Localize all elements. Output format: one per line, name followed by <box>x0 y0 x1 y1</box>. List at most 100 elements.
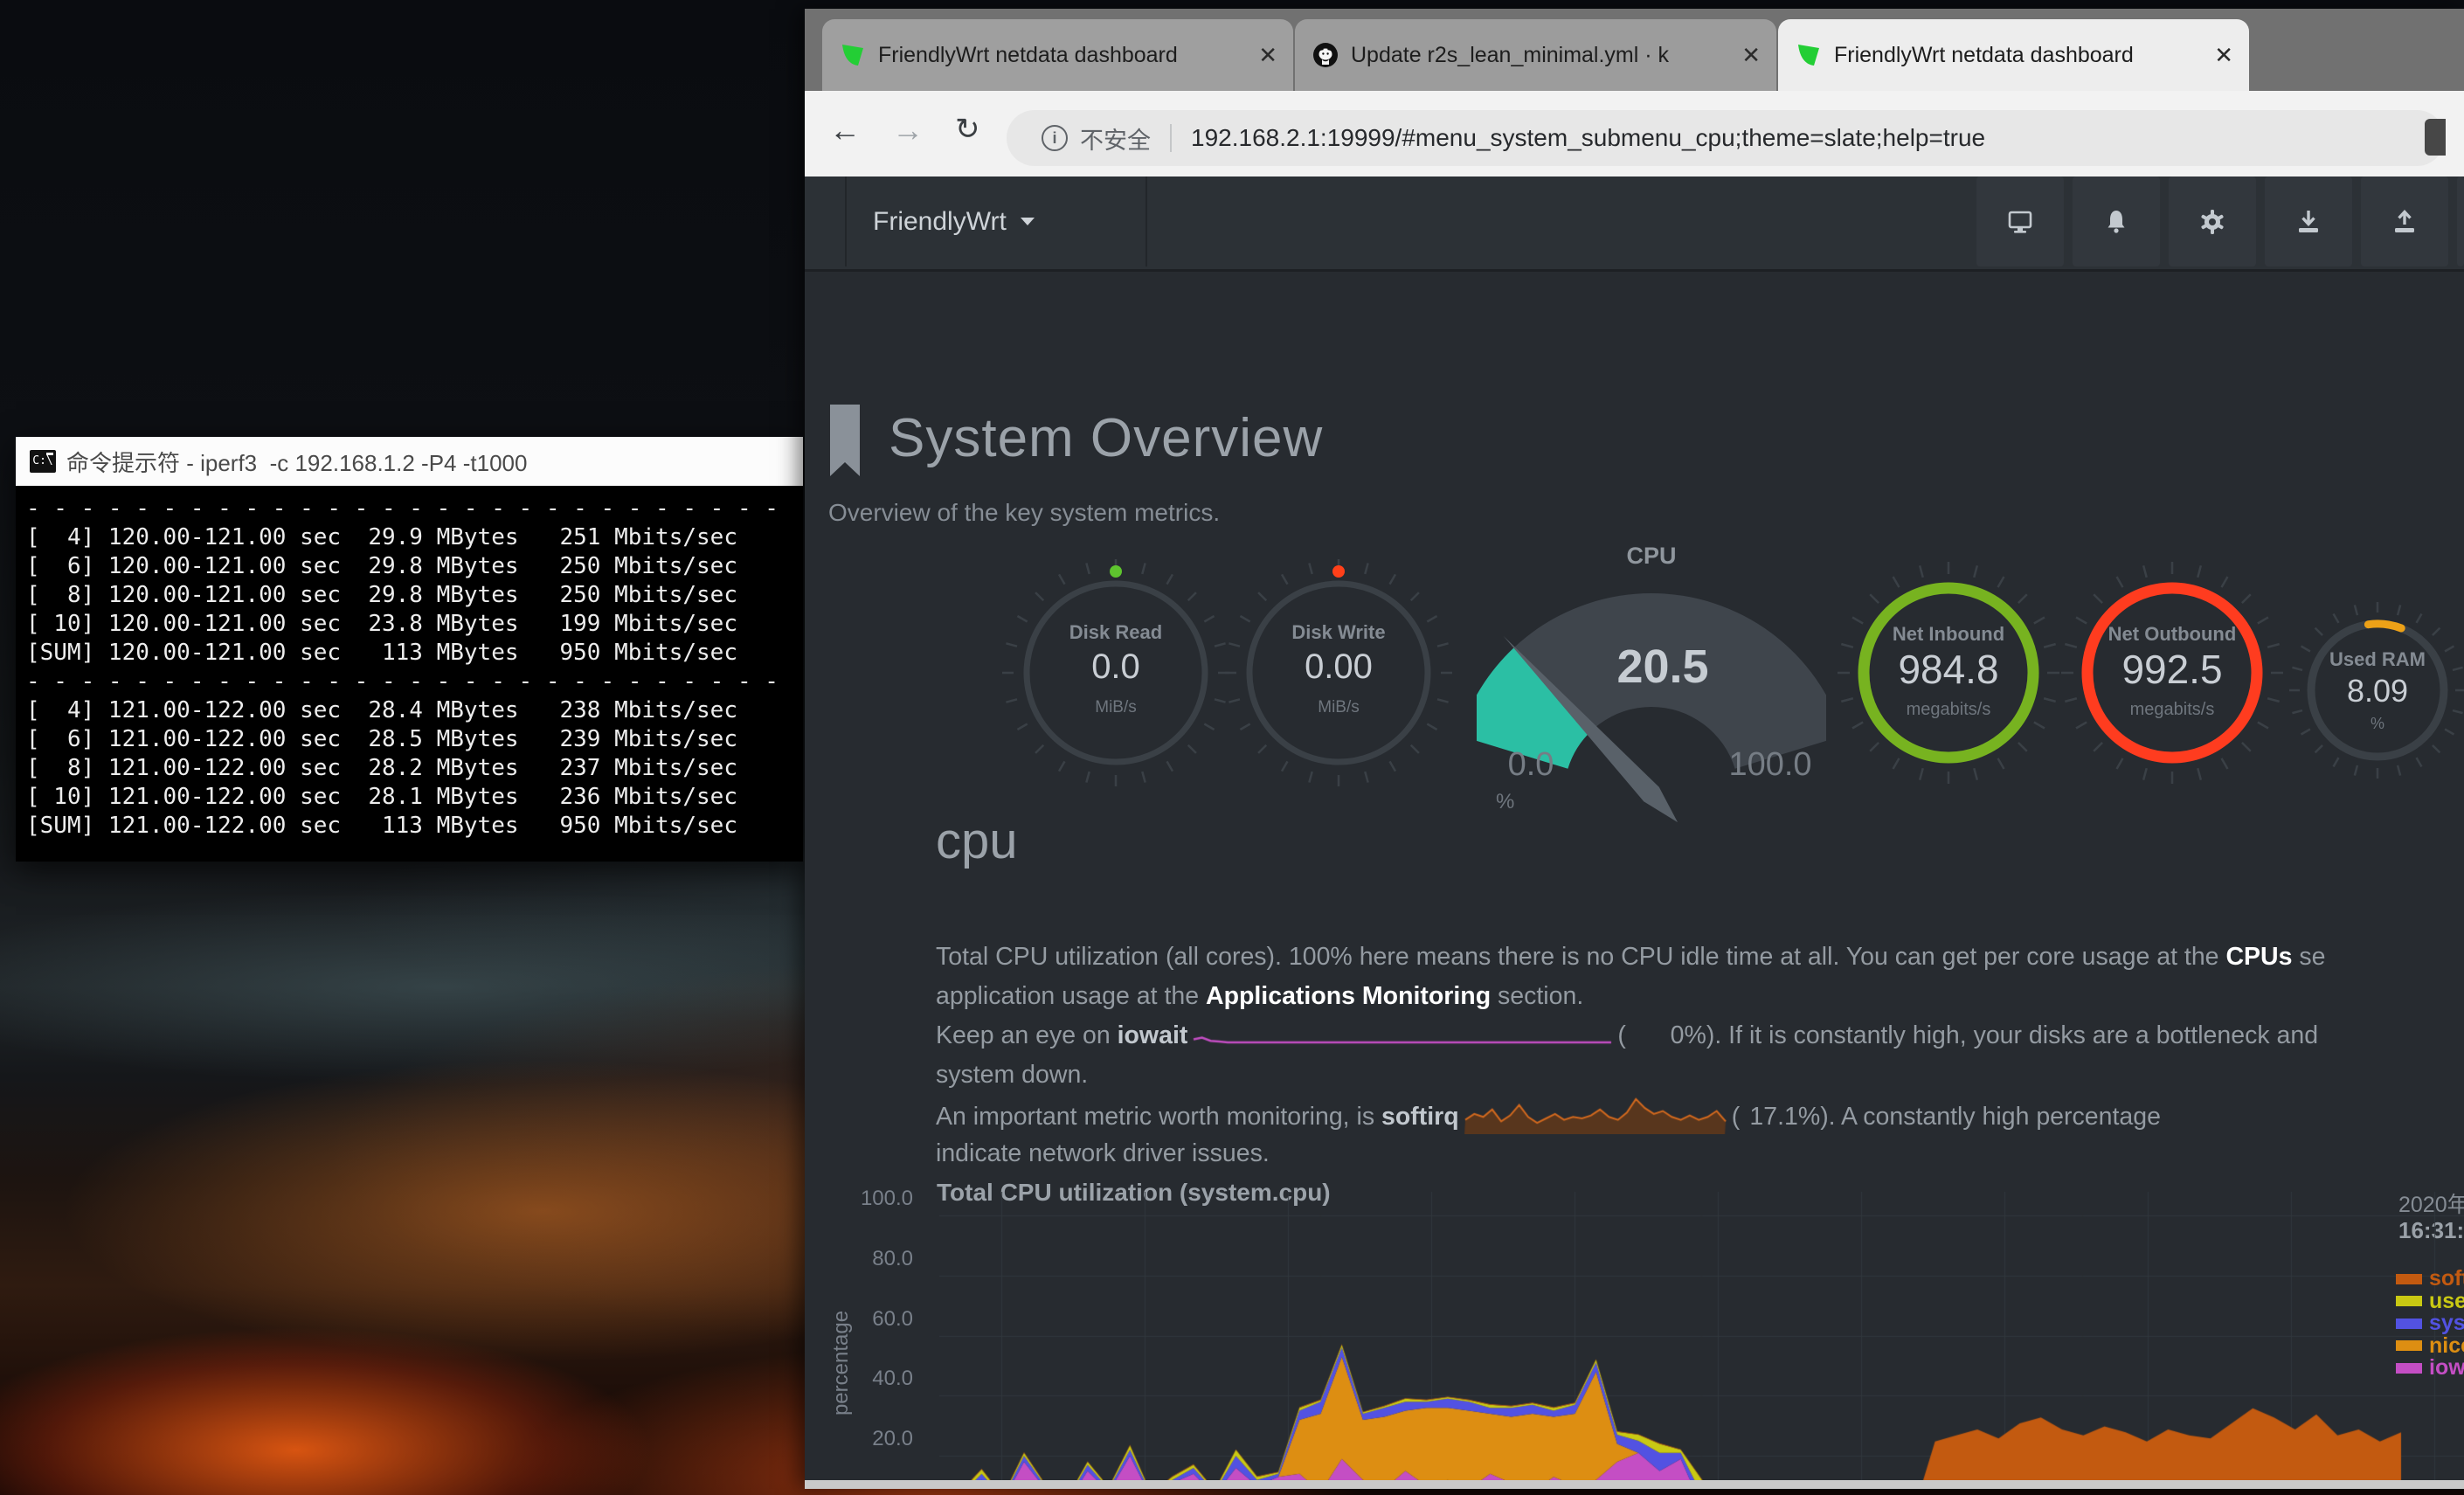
gauge-unit: % <box>2281 715 2464 733</box>
chevron-down-icon <box>1021 218 1035 225</box>
export-button[interactable] <box>2361 176 2448 266</box>
cpu-gauge: 20.5 0.0 100.0 % <box>1477 567 1826 829</box>
text: section. <box>1491 982 1583 1010</box>
legend-item-iowait[interactable]: iowait <box>2396 1357 2464 1380</box>
softirq-value: 17.1% <box>1740 1097 1820 1134</box>
gauge-value: 8.09 <box>2281 673 2464 709</box>
navbar-button-partial[interactable] <box>2457 176 2464 266</box>
tab-title: FriendlyWrt netdata dashboard <box>1834 43 2205 68</box>
text: ). A constantly high percentage <box>1820 1103 2161 1131</box>
upload-icon <box>2389 206 2420 238</box>
url-text[interactable]: 192.168.2.1:19999/#menu_system_submenu_c… <box>1191 124 2445 152</box>
section-heading-cpu: cpu <box>936 812 1018 870</box>
close-icon[interactable]: ✕ <box>2214 42 2233 68</box>
gauge-value: 20.5 <box>1616 640 1708 693</box>
cpus-link[interactable]: CPUs <box>2225 943 2292 971</box>
bell-icon <box>2101 206 2132 238</box>
gauge-cpu[interactable]: 20.5 0.0 100.0 % <box>1477 567 1826 829</box>
gauge-arc <box>2368 624 2401 628</box>
info-icon[interactable]: i <box>1042 125 1068 151</box>
iowait-value: 0% <box>1626 1016 1706 1055</box>
address-separator <box>1170 124 1172 152</box>
netdata-favicon <box>840 42 866 68</box>
gauge-dot <box>1110 565 1122 578</box>
address-bar-icon[interactable] <box>2425 119 2446 156</box>
gauge-min: 0.0 <box>1508 746 1554 783</box>
gauge-net-inbound[interactable]: Net Inbound 984.8 megabits/s <box>1831 555 2066 791</box>
close-icon[interactable]: ✕ <box>1258 42 1277 68</box>
close-icon[interactable]: ✕ <box>1741 42 1761 68</box>
legend-item-softirq[interactable]: softirq <box>2396 1268 2464 1291</box>
alarms-button[interactable] <box>2073 176 2160 266</box>
screen: C:\ 命令提示符 - iperf3 -c 192.168.1.2 -P4 -t… <box>0 0 2464 1495</box>
print-screen-button[interactable] <box>1976 176 2064 266</box>
browser-tabstrip: FriendlyWrt netdata dashboard ✕ Update r… <box>805 9 2464 91</box>
text: Total CPU utilization (all cores). 100% … <box>936 943 2225 971</box>
gauge-label: Net Outbound <box>2054 623 2290 646</box>
softirq-sparkline <box>1464 1095 1727 1134</box>
gauge-unit: megabits/s <box>2054 700 2290 720</box>
iowait-term: iowait <box>1118 1021 1188 1049</box>
browser-window-edge <box>805 1480 2464 1489</box>
terminal-output[interactable]: - - - - - - - - - - - - - - - - - - - - … <box>16 486 803 862</box>
gauge-value: 0.0 <box>998 647 1234 687</box>
browser-tab-2[interactable]: Update r2s_lean_minimal.yml · k ✕ <box>1295 19 1776 91</box>
gauge-label: Net Inbound <box>1831 623 2066 646</box>
text: system down. <box>936 1061 1088 1089</box>
download-icon <box>2293 206 2324 238</box>
terminal-window: C:\ 命令提示符 - iperf3 -c 192.168.1.2 -P4 -t… <box>16 437 803 862</box>
gauge-value: 992.5 <box>2054 646 2290 693</box>
legend-item-nice[interactable]: nice <box>2396 1335 2464 1358</box>
gauge-label: Used RAM <box>2281 648 2464 671</box>
browser-tab-1[interactable]: FriendlyWrt netdata dashboard ✕ <box>822 19 1293 91</box>
gauge-unit: % <box>1496 790 1514 813</box>
page-title: System Overview <box>889 407 1323 469</box>
address-bar[interactable]: i 不安全 192.168.2.1:19999/#menu_system_sub… <box>1007 110 2445 166</box>
softirq-term: softirq <box>1381 1103 1459 1131</box>
chart-ylabel: percentage <box>829 1276 852 1450</box>
browser-tab-3-active[interactable]: FriendlyWrt netdata dashboard ✕ <box>1778 19 2249 91</box>
import-button[interactable] <box>2265 176 2352 266</box>
gauge-dot <box>1332 565 1345 578</box>
settings-button[interactable] <box>2169 176 2256 266</box>
terminal-titlebar[interactable]: C:\ 命令提示符 - iperf3 -c 192.168.1.2 -P4 -t… <box>16 437 803 486</box>
applications-monitoring-link[interactable]: Applications Monitoring <box>1206 982 1491 1010</box>
text: application usage at the <box>936 982 1206 1010</box>
text: se <box>2292 943 2325 971</box>
gauge-label: Disk Write <box>1221 621 1457 644</box>
host-dropdown[interactable]: FriendlyWrt <box>847 176 1061 266</box>
text: An important metric worth monitoring, is <box>936 1103 1381 1131</box>
github-favicon <box>1312 42 1339 68</box>
gauge-value: 984.8 <box>1831 646 2066 693</box>
gauge-max: 100.0 <box>1728 746 1811 783</box>
gauge-disk-read[interactable]: Disk Read 0.0 MiB/s <box>998 555 1234 791</box>
tab-title: FriendlyWrt netdata dashboard <box>878 43 1249 68</box>
gauge-net-outbound[interactable]: Net Outbound 992.5 megabits/s <box>2054 555 2290 791</box>
browser-toolbar: ← → ↻ i 不安全 192.168.2.1:19999/#menu_syst… <box>805 91 2464 176</box>
gauge-unit: MiB/s <box>1221 698 1457 717</box>
gauge-used-ram[interactable]: Used RAM 8.09 % <box>2281 594 2464 786</box>
text: ( <box>1617 1021 1626 1049</box>
gauge-unit: megabits/s <box>1831 700 2066 720</box>
netdata-navbar: FriendlyWrt <box>805 176 2464 272</box>
text: ). If it is constantly high, your disks … <box>1706 1021 2318 1049</box>
legend-item-system[interactable]: system <box>2396 1312 2464 1335</box>
netdata-page: FriendlyWrt <box>805 176 2464 1489</box>
chart-legend: softirqusersystemniceiowait <box>2396 1268 2464 1380</box>
cpu-utilization-chart[interactable] <box>939 1192 2464 1489</box>
monitor-icon <box>2004 206 2036 238</box>
browser-window: FriendlyWrt netdata dashboard ✕ Update r… <box>805 9 2464 1489</box>
text: indicate network driver issues. <box>936 1139 1270 1167</box>
gauge-disk-write[interactable]: Disk Write 0.00 MiB/s <box>1221 555 1457 791</box>
cmd-icon: C:\ <box>30 450 56 473</box>
bookmark-icon <box>827 403 863 481</box>
back-button[interactable]: ← <box>829 112 861 149</box>
tab-title: Update r2s_lean_minimal.yml · k <box>1351 43 1733 68</box>
text: Keep an eye on <box>936 1021 1118 1049</box>
legend-item-user[interactable]: user <box>2396 1291 2464 1313</box>
forward-button[interactable]: → <box>892 112 924 149</box>
reload-button[interactable]: ↻ <box>955 112 980 147</box>
navbar-separator <box>1145 176 1147 266</box>
cpu-gauge-label: CPU <box>1477 543 1826 570</box>
cpu-description: Total CPU utilization (all cores). 100% … <box>936 938 2464 1173</box>
